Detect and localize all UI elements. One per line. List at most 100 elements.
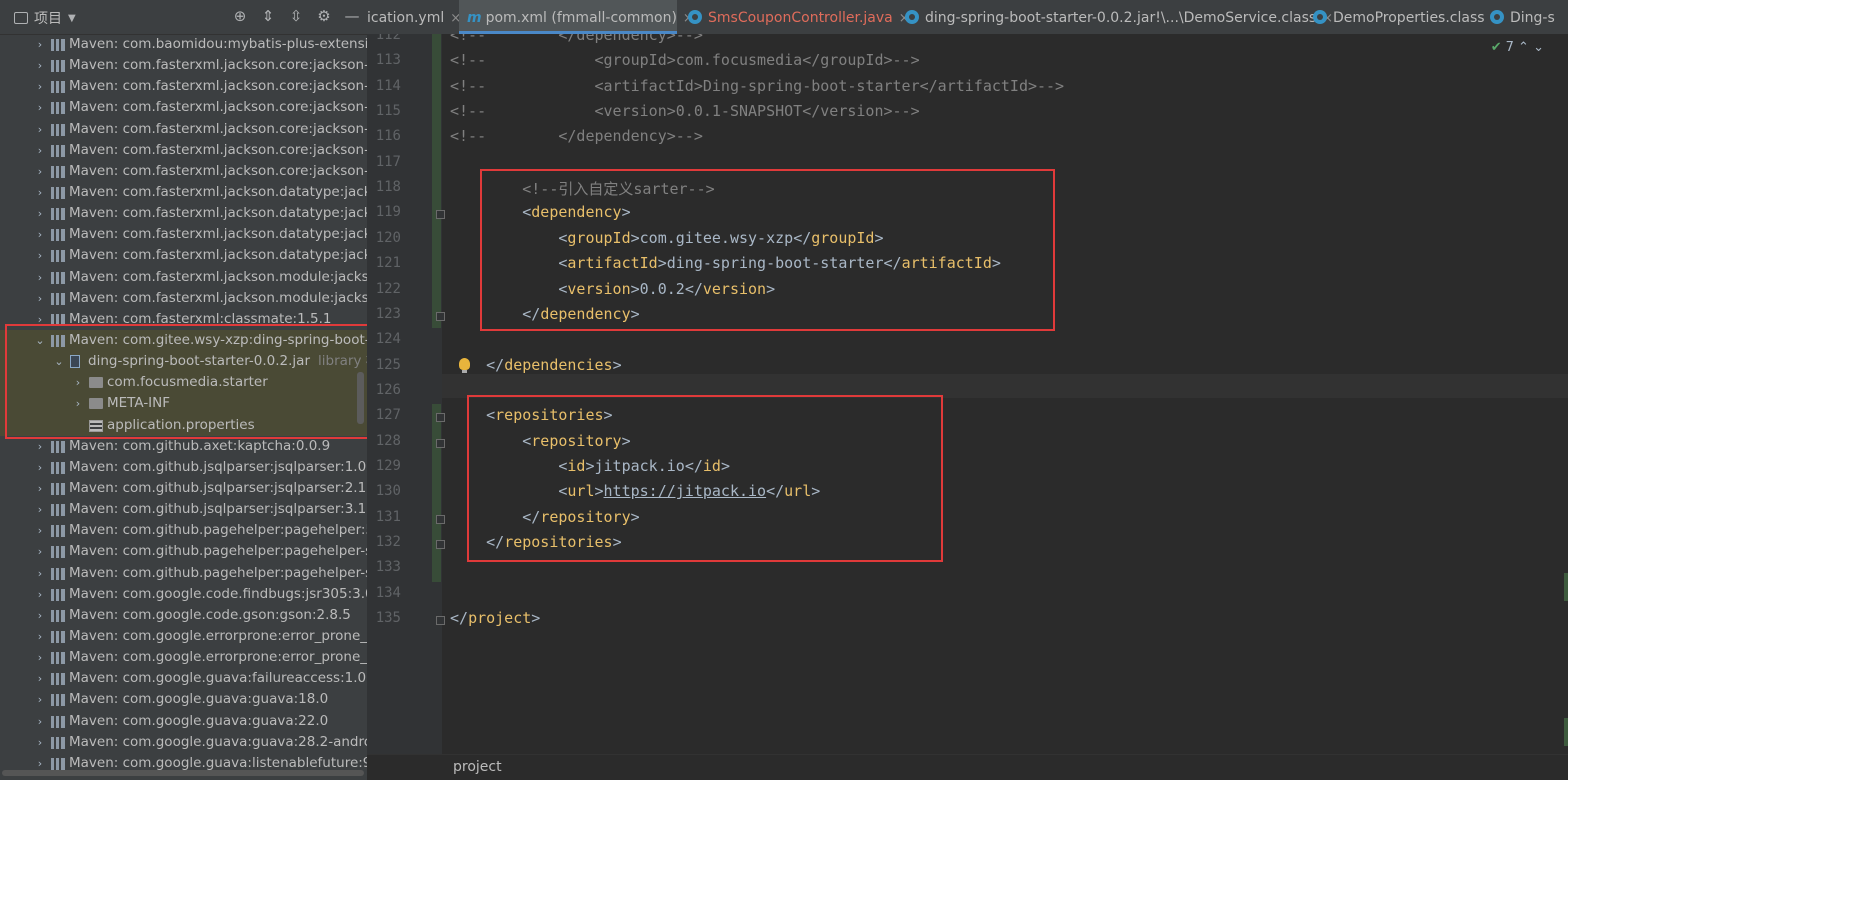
chevron-right-icon[interactable]: ›: [34, 55, 46, 76]
tree-item[interactable]: › Maven: com.fasterxml.jackson.module:jac…: [0, 288, 367, 309]
tree-item-label: Maven: com.google.guava:guava:22.0: [69, 712, 329, 729]
editor-tab-label: Ding-s: [1510, 10, 1555, 26]
chevron-right-icon[interactable]: ›: [34, 647, 46, 668]
lib-icon: [51, 525, 65, 538]
tree-item[interactable]: › Maven: com.fasterxml.jackson.core:jacks…: [0, 140, 367, 161]
project-panel-header: 项目 ▼ ⊕ ⇕ ⇳ ⚙ —: [0, 0, 367, 35]
horizontal-scrollbar[interactable]: [2, 770, 364, 776]
chevron-right-icon[interactable]: ›: [34, 732, 46, 753]
fold-marker-icon[interactable]: [436, 438, 445, 448]
chevron-down-icon[interactable]: ⌄: [1533, 40, 1544, 55]
chevron-up-icon[interactable]: ⌃: [1518, 40, 1529, 55]
fold-marker-icon[interactable]: [436, 311, 445, 321]
expand-all-icon[interactable]: ⇕: [259, 7, 277, 25]
tree-item[interactable]: › Maven: com.fasterxml.jackson.core:jacks…: [0, 76, 367, 97]
chevron-right-icon[interactable]: ›: [34, 34, 46, 55]
editor-tab[interactable]: SmsCouponController.java×: [680, 0, 910, 34]
chevron-right-icon[interactable]: ›: [34, 541, 46, 562]
gear-icon[interactable]: ⚙: [315, 7, 333, 25]
chevron-right-icon[interactable]: ›: [34, 499, 46, 520]
fold-marker-icon[interactable]: [436, 540, 445, 549]
chevron-right-icon[interactable]: ›: [34, 584, 46, 605]
tree-item[interactable]: › Maven: com.github.jsqlparser:jsqlparser…: [0, 457, 367, 478]
tree-item[interactable]: › Maven: com.github.jsqlparser:jsqlparser…: [0, 499, 367, 520]
editor-tab[interactable]: Ding-s: [1482, 0, 1568, 34]
chevron-down-icon: ▼: [68, 12, 76, 24]
vcs-change-marker[interactable]: [432, 404, 441, 582]
tree-item[interactable]: › Maven: com.fasterxml.jackson.datatype:j…: [0, 224, 367, 245]
tree-item[interactable]: › Maven: com.google.errorprone:error_pron…: [0, 647, 367, 668]
chevron-right-icon[interactable]: ›: [34, 626, 46, 647]
check-icon: ✔: [1490, 40, 1502, 55]
locate-icon[interactable]: ⊕: [231, 7, 249, 25]
code-editor[interactable]: 112 113 114 115 116 117 118 119 120 121 122 123 124 1…: [367, 34, 1568, 754]
class-file-icon: [1490, 10, 1504, 24]
lightbulb-icon[interactable]: [459, 358, 470, 373]
tree-item[interactable]: › Maven: com.fasterxml.jackson.core:jacks…: [0, 161, 367, 182]
tree-item[interactable]: › Maven: com.google.guava:guava:22.0: [0, 711, 367, 732]
code-token: </: [450, 609, 469, 628]
collapse-all-icon[interactable]: ⇳: [287, 7, 305, 25]
chevron-right-icon[interactable]: ›: [34, 668, 46, 689]
class-file-icon: [1313, 10, 1327, 24]
chevron-right-icon[interactable]: ›: [34, 76, 46, 97]
chevron-right-icon[interactable]: ›: [34, 119, 46, 140]
chevron-right-icon[interactable]: ›: [34, 520, 46, 541]
editor-tab[interactable]: DemoProperties.class×: [1305, 0, 1501, 34]
tree-item[interactable]: › Maven: com.fasterxml.jackson.core:jacks…: [0, 55, 367, 76]
fold-marker-icon[interactable]: [436, 514, 445, 524]
tree-item[interactable]: › Maven: com.google.errorprone:error_pron…: [0, 626, 367, 647]
tree-item[interactable]: › Maven: com.fasterxml.jackson.core:jacks…: [0, 119, 367, 140]
inspection-widget[interactable]: ✔ 7 ⌃ ⌄: [1491, 40, 1544, 55]
tree-item[interactable]: › Maven: com.fasterxml.jackson.datatype:j…: [0, 203, 367, 224]
project-panel-title: 项目: [34, 11, 62, 27]
chevron-right-icon[interactable]: ›: [34, 224, 46, 245]
chevron-right-icon[interactable]: ›: [34, 711, 46, 732]
tree-item[interactable]: › Maven: com.fasterxml.jackson.core:jacks…: [0, 97, 367, 118]
chevron-right-icon[interactable]: ›: [34, 140, 46, 161]
tree-item[interactable]: › Maven: com.google.code.findbugs:jsr305:…: [0, 584, 367, 605]
tree-item[interactable]: › Maven: com.google.guava:guava:18.0: [0, 689, 367, 710]
chevron-right-icon[interactable]: ›: [34, 288, 46, 309]
tree-item[interactable]: › Maven: com.github.pagehelper:pagehelper…: [0, 563, 367, 584]
tree-item[interactable]: › Maven: com.github.pagehelper:pagehelper…: [0, 520, 367, 541]
editor-tab[interactable]: ding-spring-boot-starter-0.0.2.jar!\...\…: [897, 0, 1333, 34]
minimize-icon[interactable]: —: [343, 7, 361, 25]
vcs-change-marker[interactable]: [432, 34, 441, 329]
highlight-box-repositories: [467, 395, 943, 562]
code-token: >: [531, 609, 541, 628]
breadcrumb[interactable]: project: [367, 754, 1568, 780]
tree-item[interactable]: › Maven: com.fasterxml.jackson.datatype:j…: [0, 182, 367, 203]
chevron-right-icon[interactable]: ›: [34, 182, 46, 203]
chevron-right-icon[interactable]: ›: [34, 245, 46, 266]
lib-icon: [51, 292, 65, 305]
chevron-right-icon[interactable]: ›: [34, 457, 46, 478]
tree-item[interactable]: › Maven: com.github.pagehelper:pagehelper…: [0, 541, 367, 562]
tree-item-label: Maven: com.google.code.gson:gson:2.8.5: [69, 606, 351, 623]
editor-tab[interactable]: ication.yml ×: [367, 0, 461, 34]
chevron-right-icon[interactable]: ›: [34, 203, 46, 224]
tree-item[interactable]: › Maven: com.fasterxml.jackson.module:jac…: [0, 267, 367, 288]
tree-item[interactable]: › Maven: com.fasterxml.jackson.datatype:j…: [0, 245, 367, 266]
lib-icon: [51, 482, 65, 495]
tree-item[interactable]: › Maven: com.google.guava:guava:28.2-andr…: [0, 732, 367, 753]
outer-background: [0, 780, 1856, 923]
chevron-right-icon[interactable]: ›: [34, 478, 46, 499]
tree-item[interactable]: › Maven: com.baomidou:mybatis-plus-extens…: [0, 34, 367, 55]
fold-marker-icon[interactable]: [436, 210, 445, 220]
tree-item[interactable]: › Maven: com.google.guava:failureaccess:1…: [0, 668, 367, 689]
chevron-right-icon[interactable]: ›: [34, 605, 46, 626]
tree-item[interactable]: › Maven: com.google.code.gson:gson:2.8.5: [0, 605, 367, 626]
chevron-right-icon[interactable]: ›: [34, 563, 46, 584]
breadcrumb-item[interactable]: project: [453, 759, 502, 775]
chevron-right-icon[interactable]: ›: [34, 97, 46, 118]
chevron-right-icon[interactable]: ›: [34, 689, 46, 710]
project-view-selector[interactable]: 项目 ▼: [14, 8, 76, 28]
editor-tab[interactable]: mpom.xml (fmmall-common)×: [459, 0, 694, 34]
chevron-right-icon[interactable]: ›: [34, 267, 46, 288]
line-number: 118: [375, 179, 401, 196]
fold-marker-icon[interactable]: [436, 616, 445, 626]
fold-marker-icon[interactable]: [436, 413, 445, 423]
tree-item[interactable]: › Maven: com.github.jsqlparser:jsqlparser…: [0, 478, 367, 499]
chevron-right-icon[interactable]: ›: [34, 161, 46, 182]
